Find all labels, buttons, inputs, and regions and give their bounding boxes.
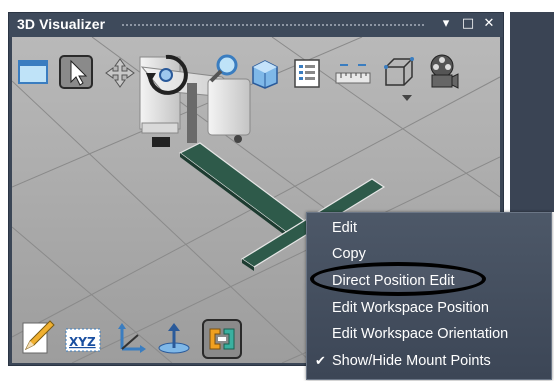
rotate-icon[interactable] (144, 53, 188, 97)
ruler-icon[interactable] (334, 59, 372, 91)
xyz-label: XYZ (69, 335, 96, 349)
menu-item-label: Show/Hide Mount Points (332, 353, 491, 369)
menu-item-label: Direct Position Edit (332, 273, 455, 289)
menu-item-direct-position-edit[interactable]: Direct Position Edit (307, 262, 551, 296)
maximize-icon[interactable]: □ (461, 15, 475, 33)
dropdown-icon[interactable]: ▾ (439, 15, 453, 33)
wireframe-box-icon[interactable] (382, 55, 416, 103)
axes-icon[interactable] (112, 321, 148, 357)
check-icon: ✔ (315, 353, 326, 368)
menu-item-label: Edit Workspace Position (332, 300, 489, 316)
title-grip[interactable] (121, 24, 425, 26)
title-bar[interactable]: 3D Visualizer ▾ □ ✕ (9, 13, 503, 37)
xyz-coordinate-icon[interactable]: XYZ (64, 325, 102, 355)
side-panel (510, 12, 554, 212)
menu-item-edit-workspace-position[interactable]: Edit Workspace Position (307, 295, 551, 321)
window-title: 3D Visualizer (17, 16, 106, 32)
menu-item-label: Edit Workspace Orientation (332, 326, 509, 342)
menu-item-label: Edit (332, 220, 357, 236)
context-menu: Edit Copy Direct Position Edit Edit Work… (306, 212, 552, 380)
film-reel-icon[interactable] (424, 53, 460, 89)
menu-item-show-hide-mount-points[interactable]: ✔ Show/Hide Mount Points (307, 348, 551, 374)
pan-arrows-icon[interactable] (104, 57, 136, 89)
menu-item-edit-workspace-orientation[interactable]: Edit Workspace Orientation (307, 321, 551, 347)
list-panel-icon[interactable] (291, 57, 323, 89)
close-icon[interactable]: ✕ (482, 15, 496, 33)
zoom-magnifier-icon[interactable] (207, 53, 239, 85)
select-pointer-icon[interactable] (59, 55, 93, 89)
edit-pencil-icon[interactable] (20, 319, 56, 355)
cube-icon[interactable] (249, 57, 281, 89)
mount-point-icon[interactable] (156, 321, 192, 357)
connect-bracket-icon[interactable] (202, 319, 242, 359)
view-window-icon[interactable] (17, 57, 49, 89)
menu-item-edit[interactable]: Edit (307, 215, 551, 241)
